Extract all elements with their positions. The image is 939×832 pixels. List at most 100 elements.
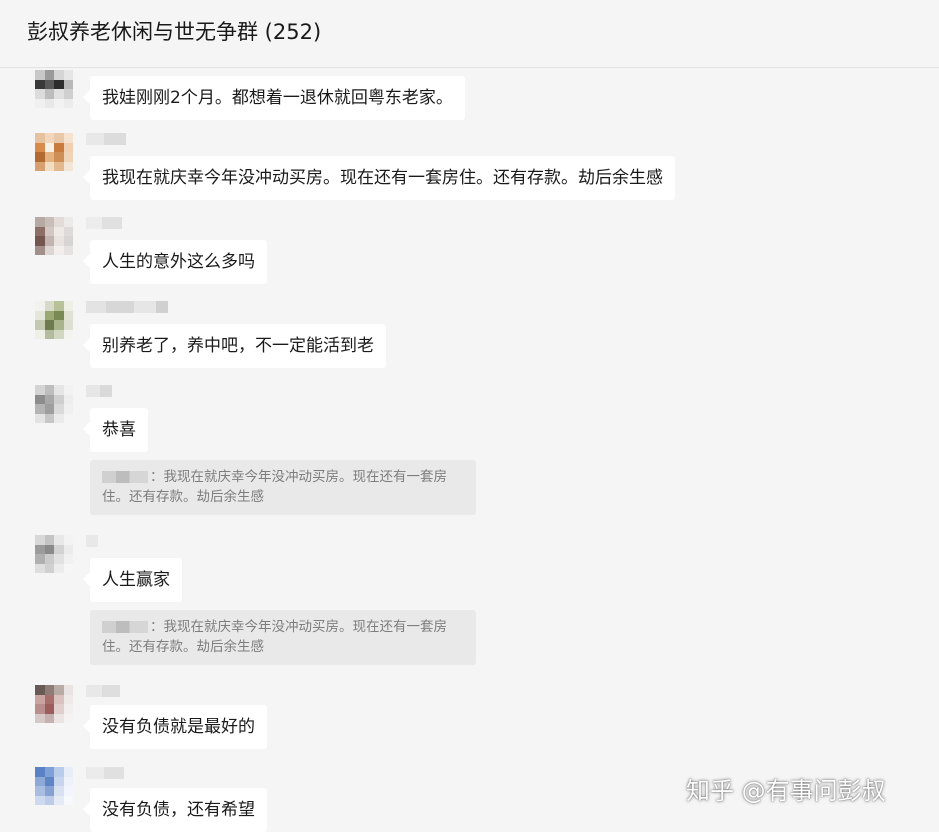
avatar-pixel — [54, 767, 64, 777]
avatar-pixel — [44, 133, 54, 143]
avatar-pixel — [35, 713, 45, 723]
avatar-pixel — [35, 152, 45, 162]
avatar-pixel — [54, 694, 64, 704]
avatar[interactable] — [35, 685, 73, 723]
avatar-pixel — [63, 776, 73, 786]
chat-title[interactable]: 彭叔养老休闲与世无争群 (252) — [27, 18, 321, 46]
avatar-pixel — [54, 142, 64, 152]
sender-name — [86, 767, 124, 779]
avatar-pixel — [54, 79, 64, 89]
avatar-pixel — [44, 704, 54, 714]
sender-name — [86, 385, 112, 397]
avatar[interactable] — [35, 133, 73, 171]
avatar-pixel — [35, 535, 45, 545]
avatar-pixel — [44, 404, 54, 414]
avatar[interactable] — [35, 535, 73, 573]
chat-header: 彭叔养老休闲与世无争群 (252) — [0, 0, 939, 68]
avatar-pixel — [35, 404, 45, 414]
sender-name — [86, 301, 168, 313]
avatar-pixel — [35, 142, 45, 152]
avatar-pixel — [63, 79, 73, 89]
avatar-pixel — [63, 554, 73, 564]
avatar-pixel — [63, 385, 73, 395]
quoted-text: ：我现在就庆幸今年没冲动买房。现在还有一套房住。还有存款。劫后余生感 — [102, 619, 447, 655]
avatar-pixel — [35, 133, 45, 143]
avatar-pixel — [44, 236, 54, 246]
avatar-pixel — [63, 310, 73, 320]
message-bubble[interactable]: 没有负债，还有希望 — [90, 788, 267, 832]
avatar-pixel — [54, 685, 64, 695]
quoted-message[interactable]: ：我现在就庆幸今年没冲动买房。现在还有一套房住。还有存款。劫后余生感 — [90, 610, 476, 665]
avatar-pixel — [44, 767, 54, 777]
avatar-pixel — [35, 385, 45, 395]
avatar-pixel — [44, 685, 54, 695]
avatar-pixel — [54, 385, 64, 395]
avatar[interactable] — [35, 217, 73, 255]
avatar-pixel — [35, 704, 45, 714]
avatar[interactable] — [35, 301, 73, 339]
avatar-pixel — [63, 226, 73, 236]
avatar-pixel — [35, 563, 45, 573]
avatar-pixel — [63, 245, 73, 255]
avatar-pixel — [63, 320, 73, 330]
message-bubble[interactable]: 恭喜 — [90, 408, 148, 452]
avatar-pixel — [44, 320, 54, 330]
avatar-pixel — [54, 152, 64, 162]
avatar-pixel — [44, 694, 54, 704]
message-bubble[interactable]: 人生的意外这么多吗 — [90, 240, 267, 284]
avatar-pixel — [63, 217, 73, 227]
avatar-pixel — [35, 236, 45, 246]
sender-name — [86, 217, 122, 229]
avatar-pixel — [54, 245, 64, 255]
avatar-pixel — [35, 70, 45, 80]
message-bubble[interactable]: 我现在就庆幸今年没冲动买房。现在还有一套房住。还有存款。劫后余生感 — [90, 156, 675, 200]
avatar-pixel — [63, 535, 73, 545]
avatar-pixel — [44, 301, 54, 311]
message-bubble[interactable]: 没有负债就是最好的 — [90, 705, 267, 749]
quoted-text: ：我现在就庆幸今年没冲动买房。现在还有一套房住。还有存款。劫后余生感 — [102, 469, 447, 505]
avatar-pixel — [44, 385, 54, 395]
avatar-pixel — [54, 554, 64, 564]
avatar-pixel — [63, 685, 73, 695]
sender-name — [86, 685, 120, 697]
message-bubble[interactable]: 人生赢家 — [90, 558, 182, 602]
avatar-pixel — [35, 310, 45, 320]
avatar[interactable] — [35, 385, 73, 423]
quoted-sender-blurred — [102, 621, 148, 633]
avatar-pixel — [44, 554, 54, 564]
avatar-pixel — [63, 142, 73, 152]
avatar-pixel — [35, 694, 45, 704]
avatar-pixel — [35, 320, 45, 330]
avatar-pixel — [54, 795, 64, 805]
avatar-pixel — [63, 563, 73, 573]
avatar-pixel — [54, 89, 64, 99]
avatar-pixel — [54, 98, 64, 108]
avatar-pixel — [44, 98, 54, 108]
message-bubble[interactable]: 我娃刚刚2个月。都想着一退休就回粤东老家。 — [90, 76, 465, 120]
avatar-pixel — [35, 786, 45, 796]
avatar[interactable] — [35, 70, 73, 108]
avatar-pixel — [54, 301, 64, 311]
avatar-pixel — [54, 413, 64, 423]
avatar-pixel — [54, 310, 64, 320]
avatar-pixel — [35, 226, 45, 236]
avatar-pixel — [54, 786, 64, 796]
avatar[interactable] — [35, 767, 73, 805]
avatar-pixel — [44, 329, 54, 339]
avatar-pixel — [35, 329, 45, 339]
avatar-pixel — [63, 704, 73, 714]
avatar-pixel — [44, 217, 54, 227]
avatar-pixel — [54, 329, 64, 339]
avatar-pixel — [35, 79, 45, 89]
avatar-pixel — [35, 394, 45, 404]
avatar-pixel — [63, 70, 73, 80]
sender-name — [86, 133, 126, 145]
quoted-message[interactable]: ：我现在就庆幸今年没冲动买房。现在还有一套房住。还有存款。劫后余生感 — [90, 460, 476, 515]
avatar-pixel — [44, 394, 54, 404]
avatar-pixel — [35, 776, 45, 786]
message-bubble[interactable]: 别养老了，养中吧，不一定能活到老 — [90, 324, 386, 368]
avatar-pixel — [63, 544, 73, 554]
sender-name — [86, 535, 98, 547]
avatar-pixel — [35, 685, 45, 695]
avatar-pixel — [35, 161, 45, 171]
